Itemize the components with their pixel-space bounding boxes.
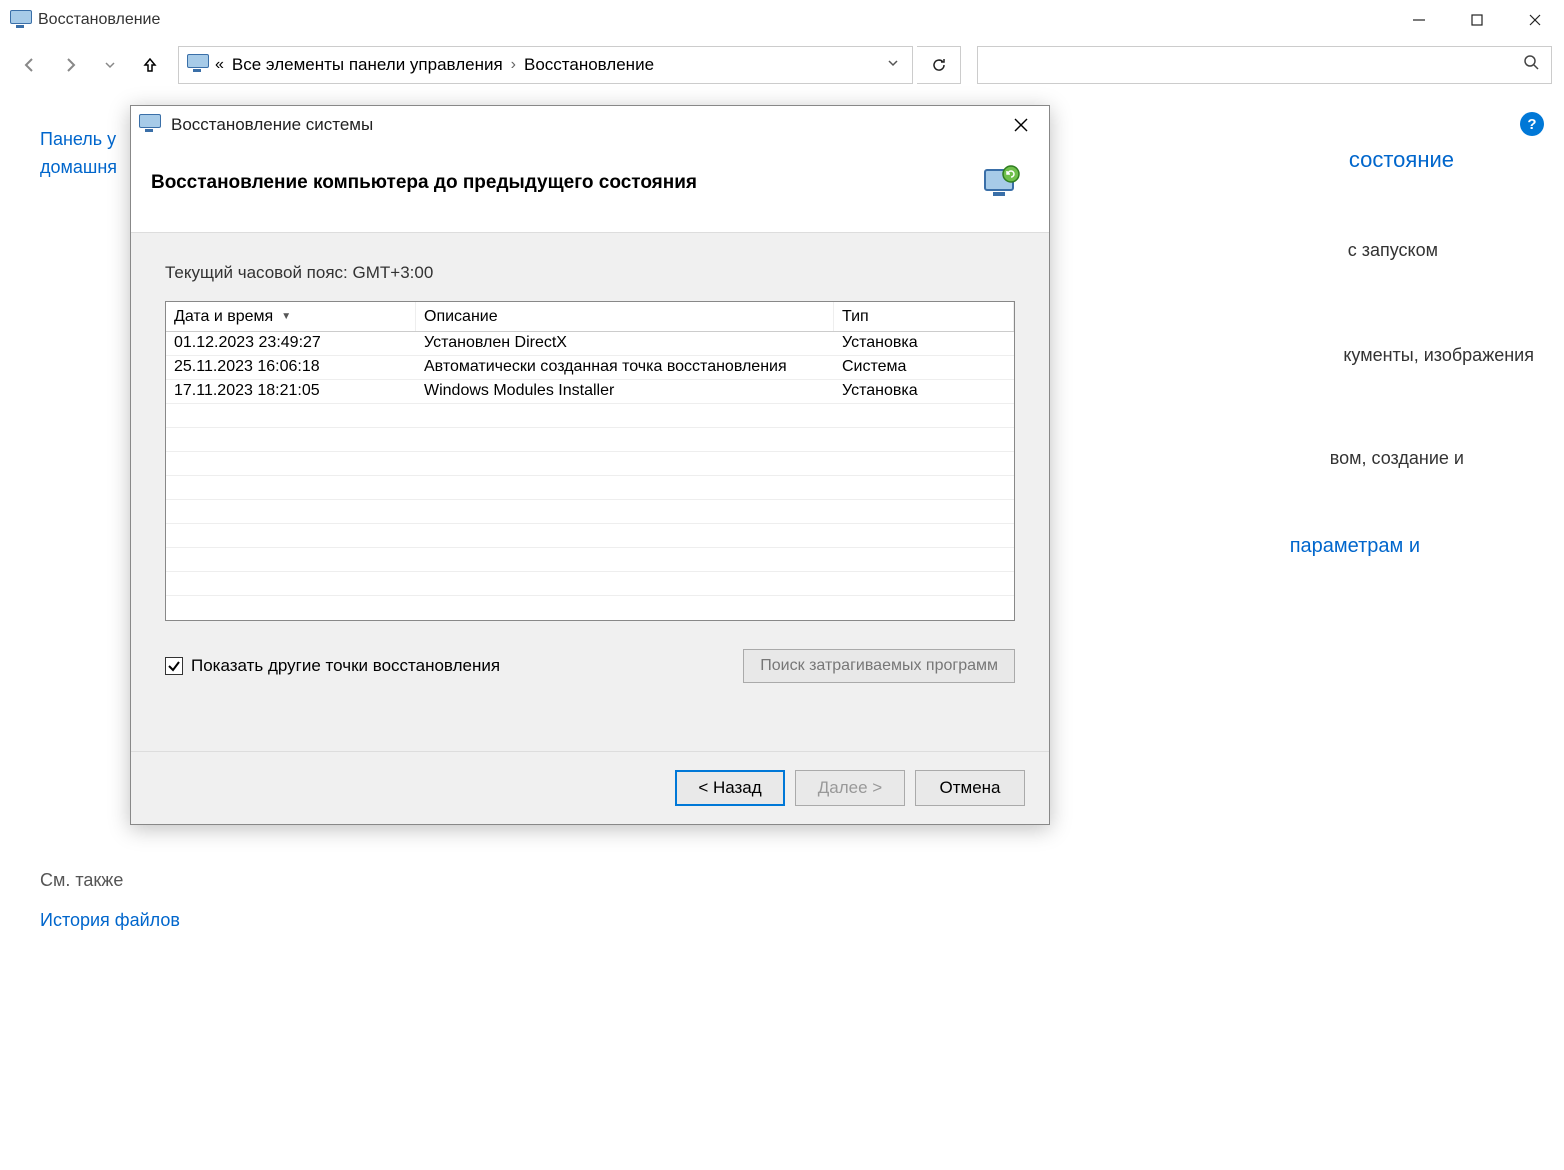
help-icon[interactable]: ? xyxy=(1520,112,1544,136)
cell-date: 17.11.2023 18:21:05 xyxy=(166,380,416,403)
timezone-label: Текущий часовой пояс: GMT+3:00 xyxy=(165,263,1015,283)
refresh-button[interactable] xyxy=(917,46,961,84)
app-icon xyxy=(10,10,30,30)
dialog-title: Восстановление системы xyxy=(171,115,373,135)
cell-type: Установка xyxy=(834,380,1014,403)
table-row xyxy=(166,500,1014,524)
recent-dropdown[interactable] xyxy=(92,47,128,83)
dialog-titlebar: Восстановление системы xyxy=(131,106,1049,144)
navigation-bar: « Все элементы панели управления › Восст… xyxy=(0,40,1564,90)
up-button[interactable] xyxy=(132,47,168,83)
next-button[interactable]: Далее > xyxy=(795,770,905,806)
table-row xyxy=(166,404,1014,428)
dialog-header: Восстановление компьютера до предыдущего… xyxy=(131,144,1049,233)
cell-desc: Установлен DirectX xyxy=(416,332,834,355)
table-row xyxy=(166,428,1014,452)
back-button[interactable]: < Назад xyxy=(675,770,785,806)
column-header-date-label: Дата и время xyxy=(174,308,273,326)
window-title: Восстановление xyxy=(38,11,160,29)
table-row[interactable]: 01.12.2023 23:49:27Установлен DirectXУст… xyxy=(166,332,1014,356)
cell-desc: Windows Modules Installer xyxy=(416,380,834,403)
close-button[interactable] xyxy=(1506,0,1564,40)
table-row[interactable]: 17.11.2023 18:21:05Windows Modules Insta… xyxy=(166,380,1014,404)
breadcrumb[interactable]: « Все элементы панели управления › Восст… xyxy=(178,46,913,84)
breadcrumb-separator: › xyxy=(511,56,516,74)
text-fragment: с запуском xyxy=(1348,240,1438,261)
dialog-heading: Восстановление компьютера до предыдущего… xyxy=(151,172,697,194)
link-fragment[interactable]: параметрам и xyxy=(1290,535,1420,558)
restore-points-table: Дата и время ▼ Описание Тип 01.12.2023 2… xyxy=(165,301,1015,621)
table-row[interactable]: 25.11.2023 16:06:18Автоматически созданн… xyxy=(166,356,1014,380)
forward-button[interactable] xyxy=(52,47,88,83)
cell-date: 01.12.2023 23:49:27 xyxy=(166,332,416,355)
cell-desc: Автоматически созданная точка восстановл… xyxy=(416,356,834,379)
table-row xyxy=(166,572,1014,596)
column-header-type[interactable]: Тип xyxy=(834,302,1014,331)
column-header-desc[interactable]: Описание xyxy=(416,302,834,331)
see-also-label: См. также xyxy=(40,870,123,891)
minimize-button[interactable] xyxy=(1390,0,1448,40)
table-row xyxy=(166,476,1014,500)
cell-type: Установка xyxy=(834,332,1014,355)
cancel-button[interactable]: Отмена xyxy=(915,770,1025,806)
system-restore-dialog: Восстановление системы Восстановление ко… xyxy=(130,105,1050,825)
text-fragment: кументы, изображения xyxy=(1343,345,1534,366)
cell-date: 25.11.2023 16:06:18 xyxy=(166,356,416,379)
breadcrumb-part[interactable]: Восстановление xyxy=(524,55,654,75)
scan-affected-button[interactable]: Поиск затрагиваемых программ xyxy=(743,649,1015,683)
window-titlebar: Восстановление xyxy=(0,0,1564,40)
show-more-label: Показать другие точки восстановления xyxy=(191,656,500,676)
text-fragment: вом, создание и xyxy=(1330,448,1464,469)
table-row xyxy=(166,452,1014,476)
back-button[interactable] xyxy=(12,47,48,83)
heading-fragment: состояние xyxy=(1349,147,1454,173)
file-history-link[interactable]: История файлов xyxy=(40,910,180,931)
cell-type: Система xyxy=(834,356,1014,379)
chevron-down-icon[interactable] xyxy=(886,56,906,75)
dialog-close-button[interactable] xyxy=(1001,110,1041,140)
location-icon xyxy=(187,54,209,76)
search-input[interactable] xyxy=(977,46,1552,84)
breadcrumb-part[interactable]: Все элементы панели управления xyxy=(232,55,503,75)
dialog-icon xyxy=(139,114,161,136)
column-header-date[interactable]: Дата и время ▼ xyxy=(166,302,416,331)
table-row xyxy=(166,548,1014,572)
show-more-checkbox[interactable] xyxy=(165,657,183,675)
sort-desc-icon: ▼ xyxy=(281,311,291,322)
table-row xyxy=(166,524,1014,548)
maximize-button[interactable] xyxy=(1448,0,1506,40)
search-icon xyxy=(1523,54,1541,77)
breadcrumb-chevron-prefix: « xyxy=(215,56,224,74)
restore-icon xyxy=(981,162,1023,204)
